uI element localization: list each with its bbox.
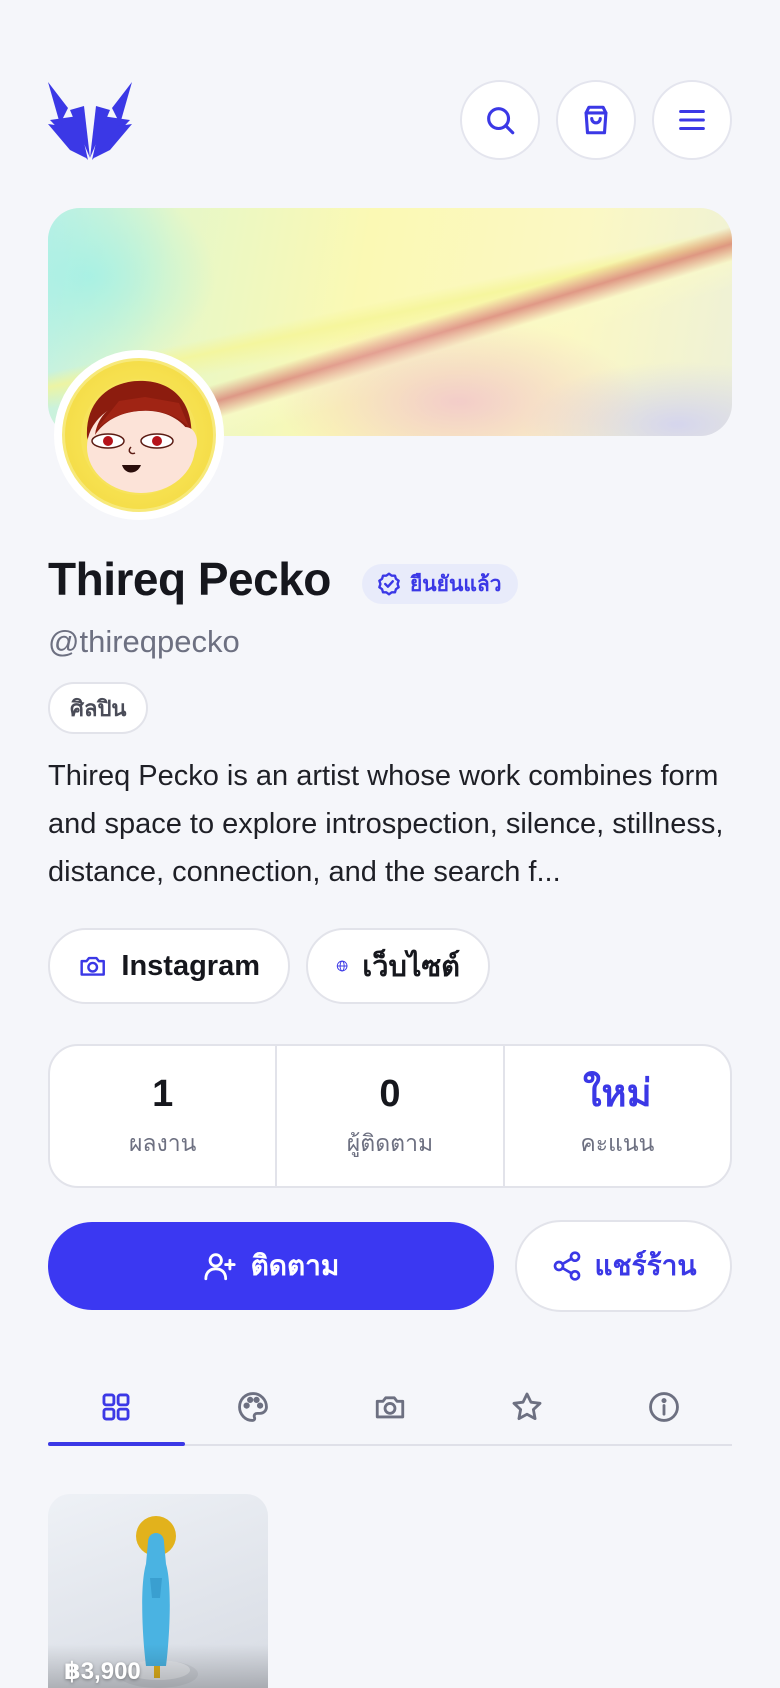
menu-icon xyxy=(679,109,705,131)
grid-icon xyxy=(102,1393,130,1421)
follow-button[interactable]: ติดตาม xyxy=(48,1222,494,1310)
stat-followers-value: 0 xyxy=(379,1073,401,1115)
share-shop-button[interactable]: แชร์ร้าน xyxy=(515,1220,732,1312)
share-icon xyxy=(553,1251,580,1281)
check-badge-icon xyxy=(378,572,400,596)
product-card[interactable]: ฿3,900 xyxy=(48,1494,268,1688)
instagram-label: Instagram xyxy=(121,949,260,982)
profile-bio: Thireq Pecko is an artist whose work com… xyxy=(48,760,724,888)
stat-rating: ใหม่ คะแนน xyxy=(505,1046,730,1186)
avatar[interactable] xyxy=(54,350,224,520)
website-link[interactable]: เว็บไซต์ xyxy=(306,928,490,1004)
product-price: ฿3,900 xyxy=(64,1658,141,1685)
star-icon xyxy=(512,1392,542,1421)
search-icon xyxy=(487,107,515,135)
profile-tabs xyxy=(48,1370,732,1446)
tab-info[interactable] xyxy=(595,1370,732,1444)
verified-badge: ยืนยันแล้ว xyxy=(362,564,518,604)
stat-rating-label: คะแนน xyxy=(580,1130,655,1156)
menu-button[interactable] xyxy=(652,80,732,160)
fox-logo[interactable] xyxy=(48,80,132,160)
tab-reviews[interactable] xyxy=(458,1370,595,1444)
follow-label: ติดตาม xyxy=(250,1250,340,1281)
stat-followers-label: ผู้ติดตาม xyxy=(346,1130,434,1156)
cart-button[interactable] xyxy=(556,80,636,160)
website-label: เว็บไซต์ xyxy=(362,951,460,983)
camera-icon xyxy=(375,1396,405,1419)
verified-label: ยืนยันแล้ว xyxy=(410,572,502,596)
search-button[interactable] xyxy=(460,80,540,160)
user-plus-icon xyxy=(204,1253,236,1281)
instagram-link[interactable]: Instagram xyxy=(48,928,290,1004)
profile-handle: @thireqpecko xyxy=(48,624,240,659)
palette-icon xyxy=(238,1392,269,1422)
shopping-bag-icon xyxy=(584,105,608,135)
stat-rating-value: ใหม่ xyxy=(582,1073,652,1115)
profile-name: Thireq Pecko xyxy=(48,553,331,605)
stat-followers: 0 ผู้ติดตาม xyxy=(277,1046,505,1186)
info-icon xyxy=(648,1392,679,1422)
stat-works: 1 ผลงาน xyxy=(50,1046,278,1186)
stat-works-label: ผลงาน xyxy=(128,1130,197,1156)
share-label: แชร์ร้าน xyxy=(594,1250,697,1281)
category-tag: ศิลปิน xyxy=(48,682,149,734)
tab-photos[interactable] xyxy=(322,1370,459,1444)
tab-artworks[interactable] xyxy=(185,1370,322,1444)
camera-icon xyxy=(80,956,105,976)
stat-works-value: 1 xyxy=(152,1073,174,1115)
globe-icon xyxy=(336,960,348,972)
tab-grid[interactable] xyxy=(48,1370,185,1446)
stats-panel: 1 ผลงาน 0 ผู้ติดตาม ใหม่ คะแนน xyxy=(48,1044,732,1188)
